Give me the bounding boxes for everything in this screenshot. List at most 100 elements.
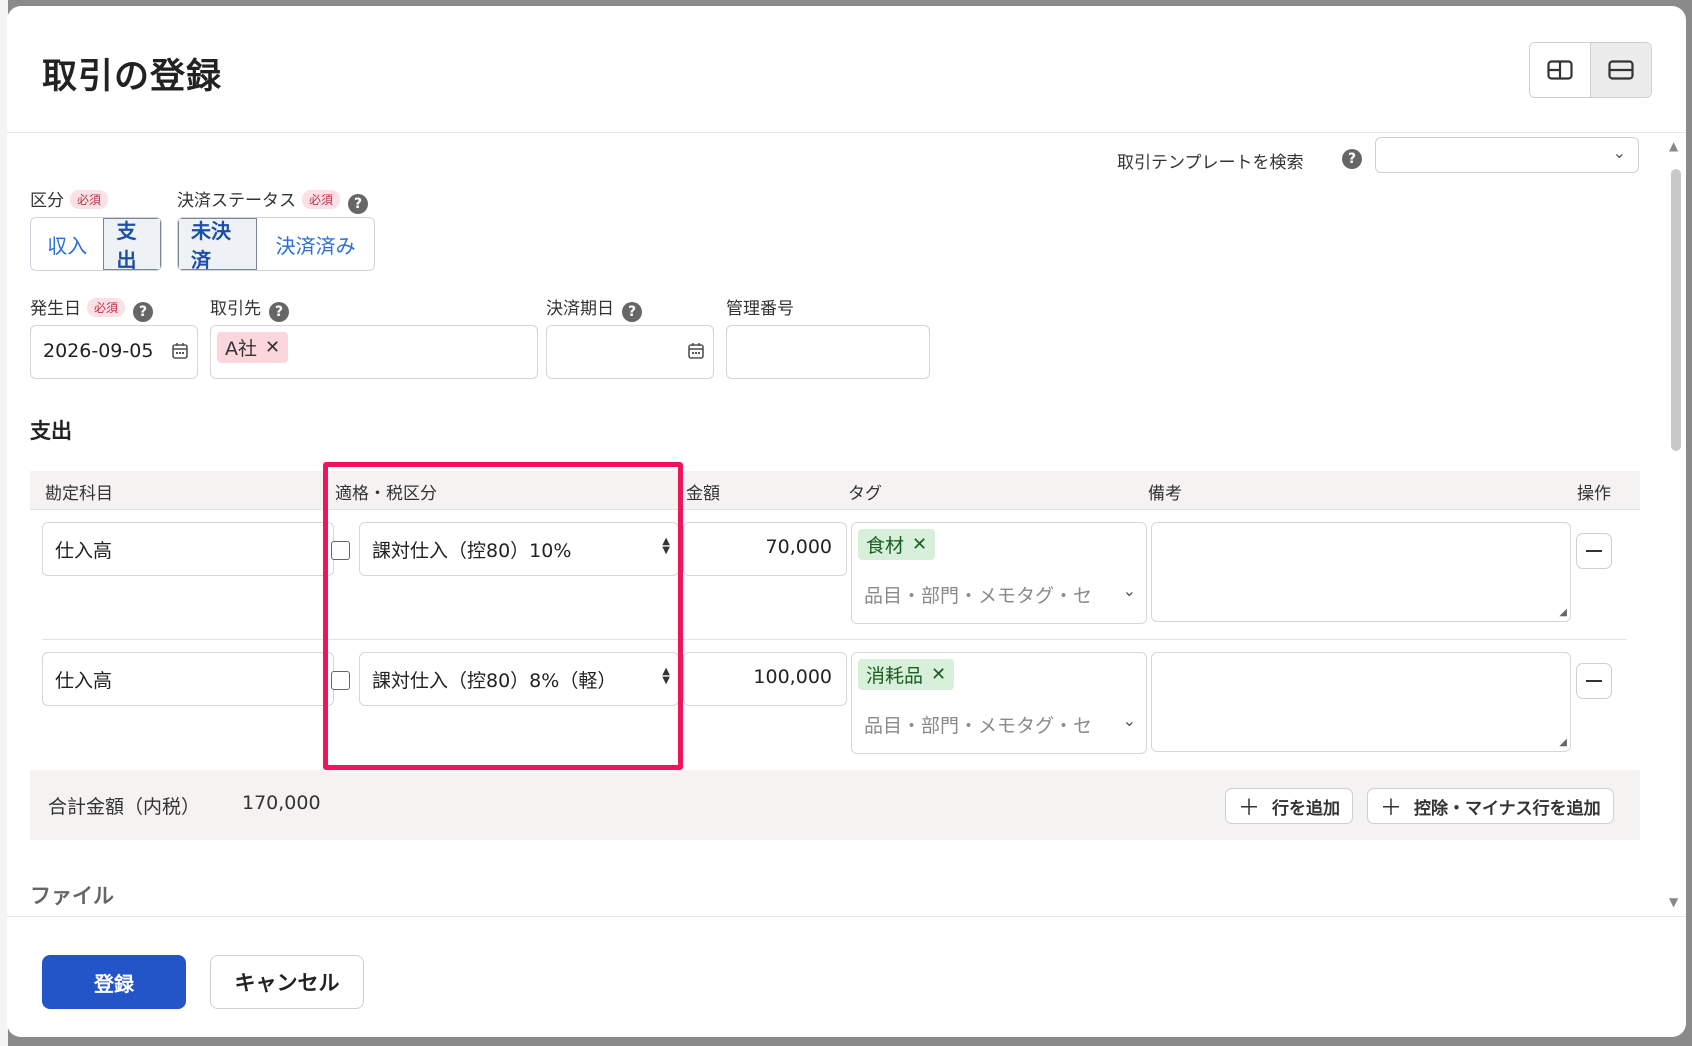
account-input[interactable]: 仕入高 (42, 652, 334, 706)
tax-category-select[interactable]: 課対仕入（控80）8%（軽） ▲ ▼ (359, 652, 679, 706)
table-header: 勘定科目 適格・税区分 金額 タグ 備考 操作 (30, 471, 1640, 510)
help-icon[interactable]: ? (133, 302, 154, 322)
help-icon[interactable]: ? (348, 194, 369, 214)
qualified-checkbox[interactable] (331, 671, 350, 690)
close-icon[interactable]: ✕ (931, 664, 946, 685)
partner-label-text: 取引先 (210, 299, 261, 319)
resize-handle-icon[interactable]: ◢ (1559, 737, 1567, 748)
header-tax-category: 適格・税区分 (335, 484, 437, 504)
partner-label: 取引先? (210, 294, 289, 322)
account-input[interactable]: 仕入高 (42, 522, 334, 576)
due-date-label: 決済期日? (546, 294, 642, 322)
issue-date-value: 2026-09-05 (43, 340, 154, 362)
help-icon[interactable]: ? (1342, 149, 1362, 169)
scrollbar[interactable]: ▲ ▼ (1668, 139, 1682, 909)
help-icon[interactable]: ? (269, 302, 289, 322)
kubun-label-text: 区分 (30, 191, 64, 211)
issue-date-input[interactable]: 2026-09-05 (30, 325, 198, 379)
transaction-modal: 取引の登録 ▲ ▼ 取引テンプレートを検索 ? ⌄ 区分 必須 収入 支出 決済ス… (7, 6, 1686, 1037)
account-value: 仕入高 (55, 670, 113, 692)
tag-input[interactable]: 消耗品 ✕ 品目・部門・メモタグ・セ ⌄ (851, 652, 1147, 754)
amount-input[interactable]: 70,000 (683, 522, 847, 576)
chevron-down-icon[interactable]: ⌄ (1123, 711, 1136, 730)
close-icon[interactable]: ✕ (265, 337, 280, 358)
header-notes: 備考 (1148, 484, 1182, 504)
row-divider (42, 639, 1627, 640)
tax-category-value: 課対仕入（控80）10% (372, 540, 572, 562)
amount-value: 100,000 (753, 666, 832, 688)
amount-value: 70,000 (765, 536, 832, 558)
close-icon[interactable]: ✕ (912, 534, 927, 555)
partner-input[interactable]: A社 ✕ (210, 325, 538, 379)
chevron-down-icon[interactable]: ⌄ (1123, 581, 1136, 600)
notes-textarea[interactable]: ◢ (1151, 522, 1571, 622)
plus-icon: ＋ (1380, 796, 1403, 821)
payment-status-settled[interactable]: 決済済み (257, 218, 374, 270)
files-section-title: ファイル (30, 884, 114, 908)
submit-button[interactable]: 登録 (42, 955, 186, 1009)
split-vertical-icon (1547, 60, 1573, 80)
select-arrows-icon: ▲ ▼ (662, 666, 670, 686)
remove-row-button[interactable] (1576, 663, 1612, 699)
notes-textarea[interactable]: ◢ (1151, 652, 1571, 752)
kubun-option-income[interactable]: 収入 (31, 218, 103, 270)
cancel-button[interactable]: キャンセル (210, 955, 364, 1009)
add-row-button[interactable]: ＋ 行を追加 (1225, 788, 1354, 824)
payment-status-toggle: 未決済 決済済み (177, 217, 375, 271)
issue-date-label-text: 発生日 (30, 299, 81, 319)
add-row-label: 行を追加 (1272, 798, 1341, 819)
required-badge: 必須 (70, 190, 109, 209)
add-deduction-row-label: 控除・マイナス行を追加 (1414, 798, 1601, 819)
scroll-up-icon[interactable]: ▲ (1669, 139, 1678, 153)
plus-icon: ＋ (1238, 796, 1261, 821)
tax-category-select[interactable]: 課対仕入（控80）10% ▲ ▼ (359, 522, 679, 576)
modal-title: 取引の登録 (42, 57, 223, 97)
template-search-select[interactable]: ⌄ (1375, 137, 1639, 173)
tag-chip-label: 食材 (866, 535, 905, 557)
tag-placeholder: 品目・部門・メモタグ・セ (864, 585, 1093, 607)
total-label: 合計金額（内税） (48, 796, 201, 818)
scrollbar-thumb[interactable] (1671, 169, 1681, 451)
resize-handle-icon[interactable]: ◢ (1559, 607, 1567, 618)
due-date-input[interactable] (546, 325, 714, 379)
split-horizontal-layout-button[interactable] (1590, 43, 1651, 97)
control-number-input[interactable] (726, 325, 930, 379)
tag-chip-label: 消耗品 (866, 665, 924, 687)
layout-toggle (1529, 42, 1652, 98)
control-number-label: 管理番号 (726, 299, 794, 319)
required-badge: 必須 (87, 298, 126, 317)
payment-status-label-text: 決済ステータス (177, 191, 296, 211)
tag-chip: 食材 ✕ (858, 529, 936, 560)
issue-date-label: 発生日 必須? (30, 294, 154, 322)
remove-row-button[interactable] (1576, 533, 1612, 569)
partner-chip-label: A社 (225, 338, 257, 360)
minus-icon (1586, 550, 1602, 552)
header-actions: 操作 (1577, 484, 1611, 504)
tax-category-value: 課対仕入（控80）8%（軽） (372, 670, 617, 692)
kubun-label: 区分 必須 (30, 186, 109, 211)
account-value: 仕入高 (55, 540, 113, 562)
calendar-icon[interactable] (171, 342, 189, 360)
amount-input[interactable]: 100,000 (683, 652, 847, 706)
payment-status-label: 決済ステータス 必須? (177, 186, 369, 214)
scroll-down-icon[interactable]: ▼ (1669, 895, 1678, 909)
kubun-option-expense[interactable]: 支出 (103, 218, 161, 270)
required-badge: 必須 (302, 190, 341, 209)
payment-status-unsettled[interactable]: 未決済 (178, 218, 258, 270)
minus-icon (1586, 680, 1602, 682)
template-search-label: 取引テンプレートを検索 (1117, 153, 1304, 173)
modal-footer: 登録 キャンセル (7, 916, 1686, 1037)
add-deduction-row-button[interactable]: ＋ 控除・マイナス行を追加 (1367, 788, 1614, 824)
help-icon[interactable]: ? (622, 302, 642, 322)
chevron-down-icon: ⌄ (1612, 143, 1626, 162)
section-title: 支出 (30, 419, 72, 443)
select-arrows-icon: ▲ ▼ (662, 536, 670, 556)
tag-chip: 消耗品 ✕ (858, 659, 955, 690)
split-vertical-layout-button[interactable] (1530, 43, 1590, 97)
calendar-icon[interactable] (687, 342, 705, 360)
due-date-label-text: 決済期日 (546, 299, 614, 319)
qualified-checkbox[interactable] (331, 541, 350, 560)
header-tags: タグ (848, 484, 882, 504)
tag-placeholder: 品目・部門・メモタグ・セ (864, 715, 1093, 737)
tag-input[interactable]: 食材 ✕ 品目・部門・メモタグ・セ ⌄ (851, 522, 1147, 624)
